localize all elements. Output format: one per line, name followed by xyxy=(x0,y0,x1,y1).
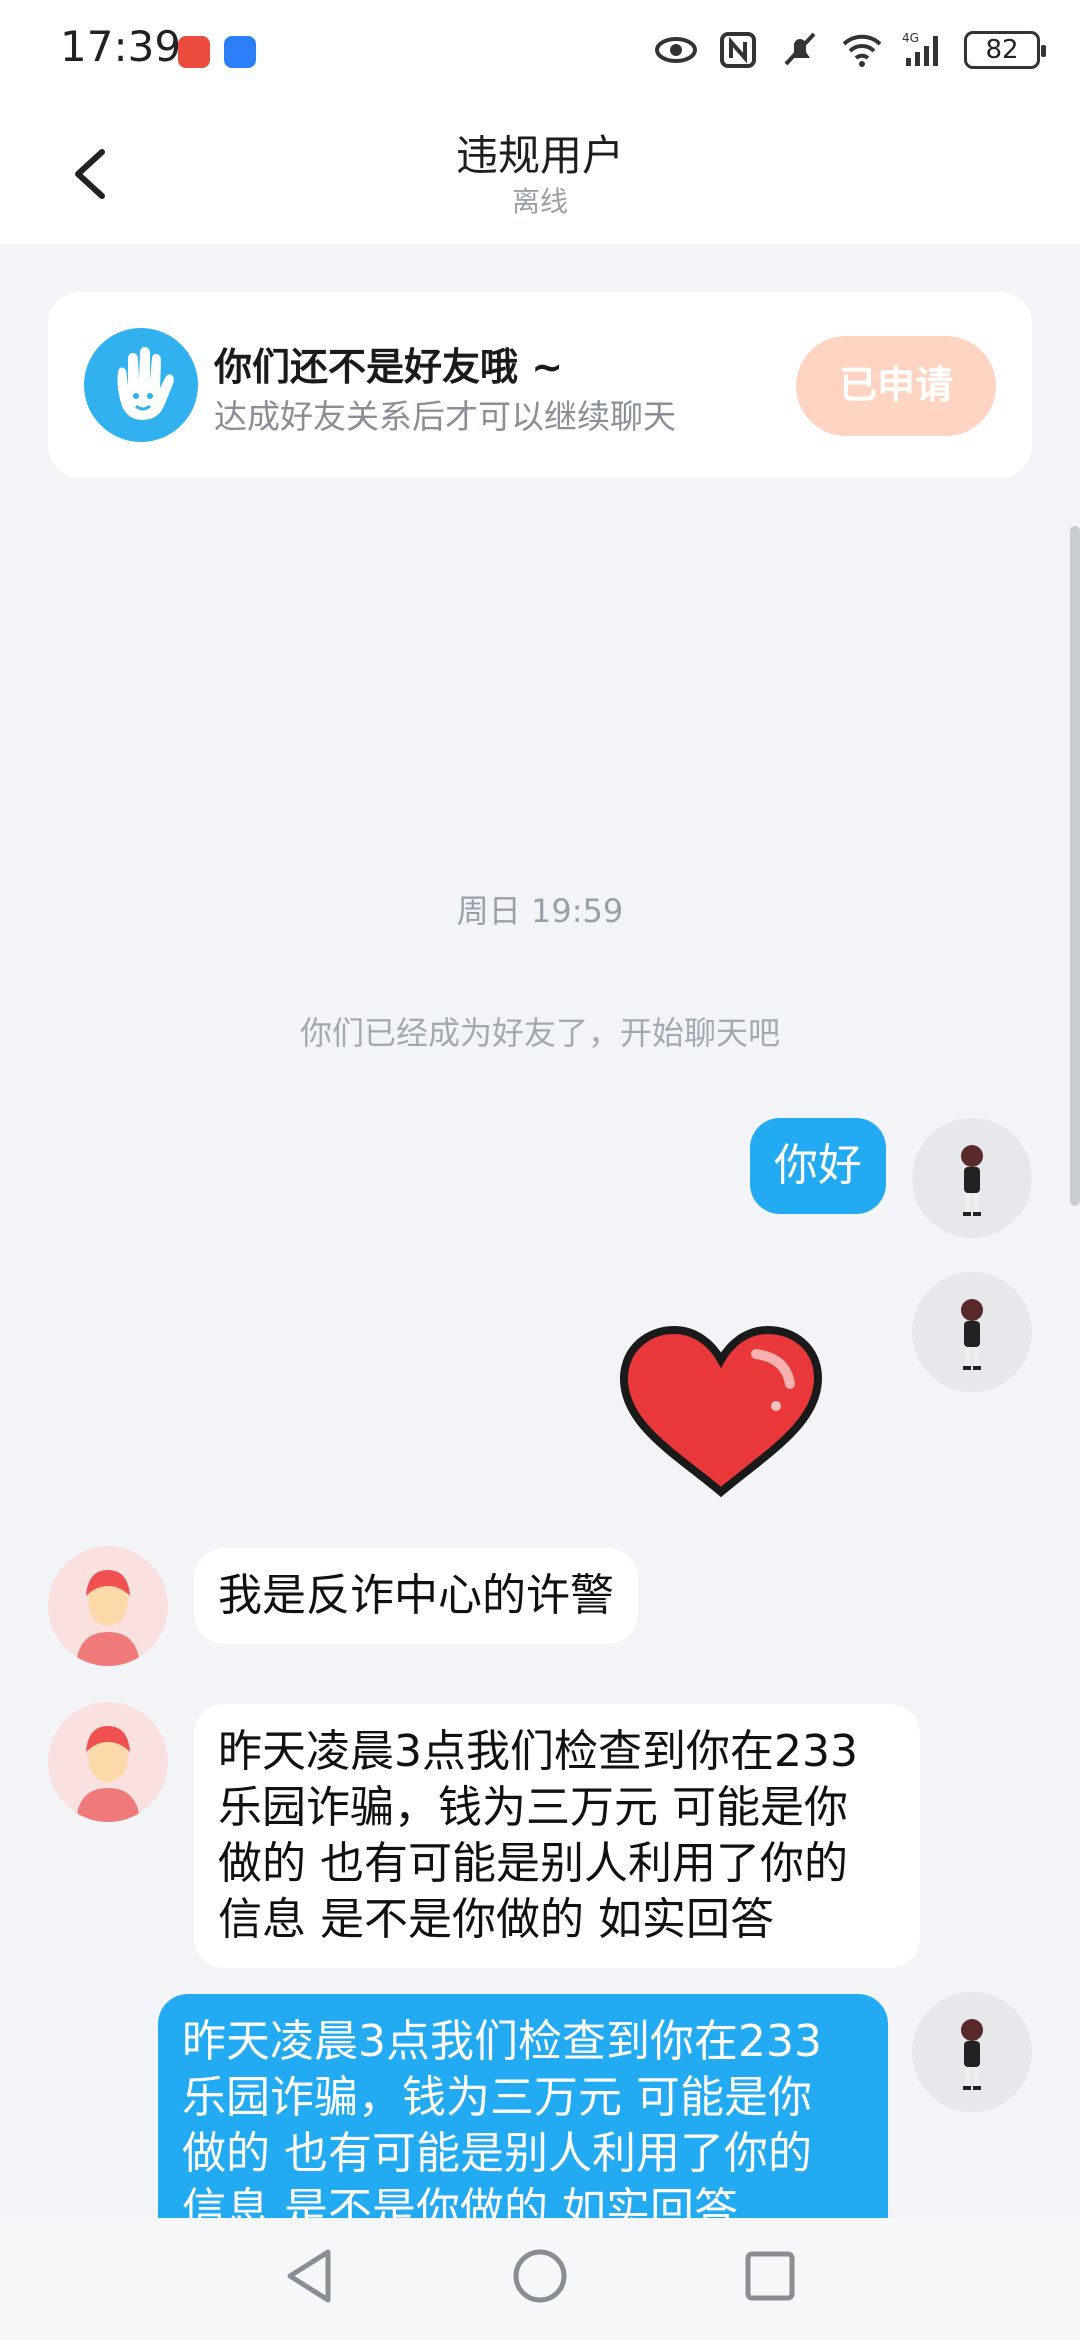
message-line: 昨天凌晨3点我们检查到你在233 xyxy=(182,2016,822,2067)
online-status: 离线 xyxy=(511,185,568,218)
status-time: 17:39 xyxy=(60,22,182,71)
chat-title: 违规用户 xyxy=(455,131,624,180)
notice-title: 你们还不是好友哦 ~ xyxy=(214,345,564,389)
contact-message-bubble[interactable]: 我是反诈中心的许警 xyxy=(194,1548,638,1644)
contact-message-bubble[interactable]: 昨天凌晨3点我们检查到你在233 乐园诈骗，钱为三万元 可能是你 做的 也有可能… xyxy=(194,1704,920,1968)
my-avatar[interactable] xyxy=(912,1992,1032,2112)
heart-sticker-icon[interactable] xyxy=(616,1324,826,1500)
my-avatar[interactable] xyxy=(912,1118,1032,1238)
nav-recents-icon[interactable] xyxy=(744,2250,796,2302)
waving-hand-icon xyxy=(84,328,198,442)
my-message-bubble[interactable]: 你好 xyxy=(750,1118,886,1214)
message-line: 乐园诈骗，钱为三万元 可能是你 xyxy=(182,2072,812,2123)
wifi-icon xyxy=(840,30,884,70)
call-app-icon xyxy=(178,36,210,68)
status-bar: 17:39 4G 82 xyxy=(0,0,1080,100)
message-line: 信息 是不是你做的 如实回答 xyxy=(218,1894,774,1945)
friend-notice-card: 你们还不是好友哦 ~ 达成好友关系后才可以继续聊天 已申请 xyxy=(48,292,1032,478)
nfc-icon xyxy=(716,30,760,70)
battery-icon: 82 xyxy=(964,31,1046,69)
nav-home-icon[interactable] xyxy=(512,2248,568,2304)
signal-4g-icon: 4G xyxy=(902,30,946,70)
status-icons: 4G 82 xyxy=(654,28,1046,72)
system-nav-bar xyxy=(0,2218,1080,2340)
applied-button[interactable]: 已申请 xyxy=(796,336,996,436)
contact-avatar[interactable] xyxy=(48,1702,168,1822)
eye-icon xyxy=(654,30,698,70)
message-line: 做的 也有可能是别人利用了你的 xyxy=(182,2128,812,2179)
message-line: 昨天凌晨3点我们检查到你在233 xyxy=(218,1726,858,1777)
message-line: 乐园诈骗，钱为三万元 可能是你 xyxy=(218,1782,848,1833)
message-line: 做的 也有可能是别人利用了你的 xyxy=(218,1838,848,1889)
notice-subtitle: 达成好友关系后才可以继续聊天 xyxy=(214,397,676,436)
scrollbar[interactable] xyxy=(1070,526,1080,1206)
system-message: 你们已经成为好友了，开始聊天吧 xyxy=(299,1014,780,1052)
mute-icon xyxy=(778,30,822,70)
voice-app-icon xyxy=(224,36,256,68)
battery-level: 82 xyxy=(985,35,1019,65)
svg-text:4G: 4G xyxy=(902,31,919,45)
my-avatar[interactable] xyxy=(912,1272,1032,1392)
nav-back-icon[interactable] xyxy=(282,2246,338,2306)
message-timestamp: 周日 19:59 xyxy=(456,892,624,930)
chat-header: 违规用户 离线 xyxy=(0,100,1080,244)
contact-avatar[interactable] xyxy=(48,1546,168,1666)
